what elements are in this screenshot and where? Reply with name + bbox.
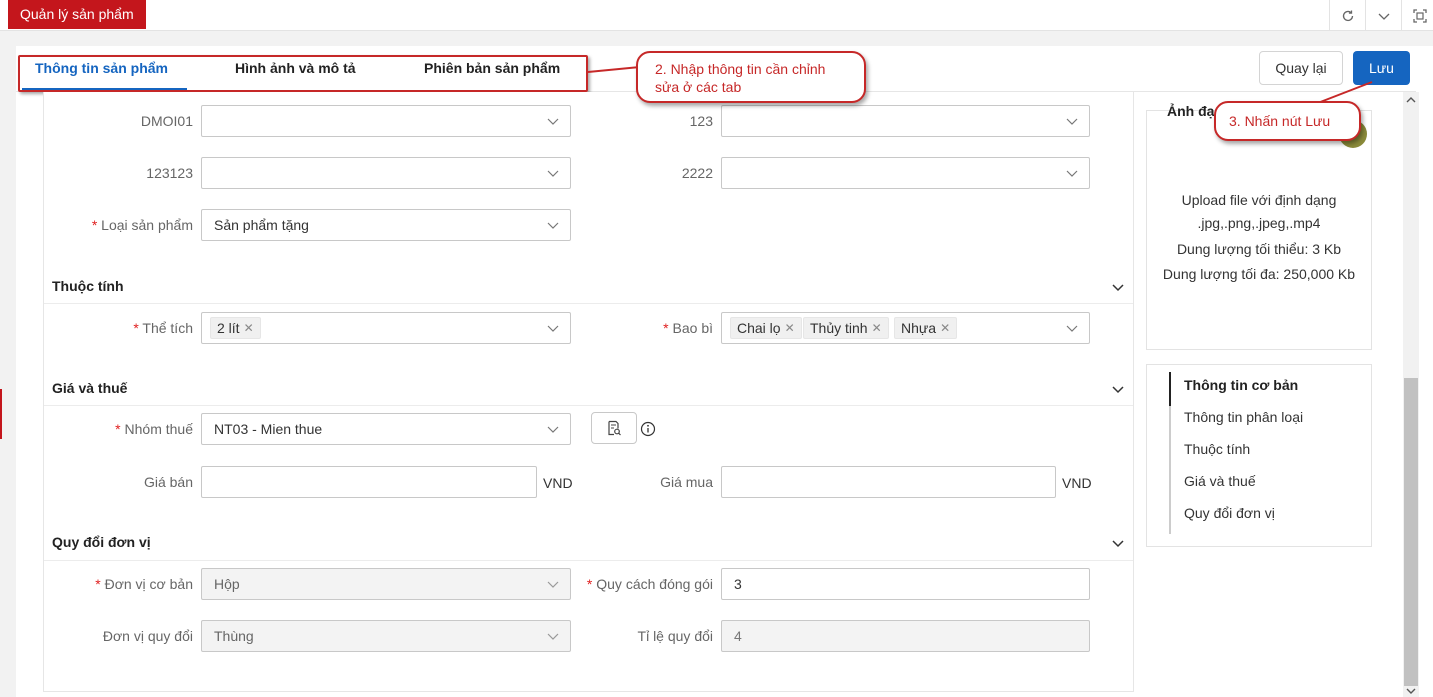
tax-lookup-button[interactable] bbox=[591, 412, 637, 444]
conv-ratio-value: 4 bbox=[734, 628, 742, 644]
tag-label: Chai lọ bbox=[737, 320, 781, 336]
f123-label: 123 bbox=[689, 113, 713, 129]
nav-item-unit-conversion[interactable]: Quy đổi đơn vị bbox=[1184, 505, 1275, 521]
chevron-down-icon bbox=[1066, 325, 1078, 332]
refresh-icon bbox=[1342, 10, 1353, 21]
section-title-price-tax: Giá và thuế bbox=[52, 380, 128, 396]
info-icon[interactable] bbox=[640, 421, 656, 437]
packaging-tag: Chai lọ ✕ bbox=[730, 317, 802, 339]
conv-ratio-label: Tỉ lệ quy đổi bbox=[637, 628, 713, 644]
sell-price-label: Giá bán bbox=[143, 474, 193, 490]
document-search-icon bbox=[608, 420, 621, 436]
section-title-attributes: Thuộc tính bbox=[52, 278, 124, 294]
packing-spec-input[interactable]: 3 bbox=[721, 568, 1090, 600]
tag-label: Thủy tinh bbox=[810, 320, 868, 336]
nav-item-classification[interactable]: Thông tin phân loại bbox=[1184, 409, 1303, 425]
section-collapse-icon[interactable] bbox=[1111, 382, 1125, 396]
chevron-down-icon bbox=[547, 118, 559, 125]
tabs-highlight-box bbox=[18, 55, 588, 92]
base-unit-label: Đơn vị cơ bản bbox=[50, 568, 193, 600]
fullscreen-button[interactable] bbox=[1401, 0, 1433, 31]
sell-price-input[interactable] bbox=[201, 466, 537, 498]
close-icon[interactable]: ✕ bbox=[940, 317, 950, 339]
fullscreen-icon bbox=[1412, 8, 1427, 23]
section-collapse-icon[interactable] bbox=[1111, 280, 1125, 294]
chevron-down-icon bbox=[547, 170, 559, 177]
product-type-label: Loại sản phẩm bbox=[50, 209, 193, 241]
buy-price-unit: VND bbox=[1062, 475, 1092, 491]
upload-max-size: Dung lượng tối đa: 250,000 Kb bbox=[1162, 266, 1356, 282]
sell-price-unit: VND bbox=[543, 475, 573, 491]
chevron-down-icon bbox=[547, 581, 559, 588]
base-unit-value: Hộp bbox=[214, 576, 240, 592]
packaging-tag: Thủy tinh ✕ bbox=[803, 317, 889, 339]
volume-tag: 2 lít ✕ bbox=[210, 317, 261, 339]
base-unit-select[interactable]: Hộp bbox=[201, 568, 571, 600]
tag-label: Nhựa bbox=[901, 320, 937, 336]
dmoi01-select[interactable] bbox=[201, 105, 571, 137]
collapse-button[interactable] bbox=[1365, 0, 1401, 31]
tax-group-select[interactable]: NT03 - Mien thue bbox=[201, 413, 571, 445]
product-type-select[interactable]: Sản phẩm tặng bbox=[201, 209, 571, 241]
section-collapse-icon[interactable] bbox=[1111, 536, 1125, 550]
upload-min-size: Dung lượng tối thiểu: 3 Kb bbox=[1176, 241, 1342, 257]
upload-format-line1: Upload file với định dạng bbox=[1181, 192, 1337, 208]
close-icon[interactable]: ✕ bbox=[872, 317, 882, 339]
buy-price-label: Giá mua bbox=[660, 474, 713, 490]
section-divider bbox=[44, 560, 1133, 561]
scrollbar-thumb[interactable] bbox=[1404, 378, 1418, 686]
volume-multiselect[interactable]: 2 lít ✕ bbox=[201, 312, 571, 344]
section-divider bbox=[44, 405, 1133, 406]
chevron-down-icon[interactable] bbox=[1405, 686, 1417, 696]
dmoi01-label: DMOI01 bbox=[140, 113, 193, 129]
volume-label: Thể tích bbox=[60, 312, 193, 344]
tag-label: 2 lít bbox=[217, 320, 240, 336]
chevron-down-icon bbox=[547, 325, 559, 332]
chevron-down-icon bbox=[1378, 13, 1389, 20]
packaging-multiselect[interactable]: Chai lọ ✕ Thủy tinh ✕ Nhựa ✕ bbox=[721, 312, 1090, 344]
nav-active-indicator bbox=[1169, 372, 1171, 406]
chevron-down-icon bbox=[547, 633, 559, 640]
left-edge-marker bbox=[0, 389, 2, 439]
buy-price-input[interactable] bbox=[721, 466, 1056, 498]
chevron-up-icon[interactable] bbox=[1405, 94, 1417, 106]
app-tab[interactable]: Quản lý sản phẩm bbox=[8, 0, 146, 29]
packing-spec-label: Quy cách đóng gói bbox=[575, 568, 713, 600]
f2222-select[interactable] bbox=[721, 157, 1090, 189]
section-title-unit-conversion: Quy đổi đơn vị bbox=[52, 534, 151, 550]
packaging-tag: Nhựa ✕ bbox=[894, 317, 958, 339]
close-icon[interactable]: ✕ bbox=[785, 317, 795, 339]
conv-unit-label: Đơn vị quy đổi bbox=[102, 628, 193, 644]
close-icon[interactable]: ✕ bbox=[244, 317, 254, 339]
callout-step2-line2: sửa ở các tab bbox=[655, 79, 742, 95]
chevron-down-icon bbox=[547, 222, 559, 229]
nav-item-price-tax[interactable]: Giá và thuế bbox=[1184, 473, 1256, 489]
image-card-title: Ảnh đạ bbox=[1167, 103, 1215, 119]
f123123-select[interactable] bbox=[201, 157, 571, 189]
upload-format-line2: .jpg,.png,.jpeg,.mp4 bbox=[1197, 215, 1321, 231]
packing-spec-value: 3 bbox=[734, 576, 742, 592]
conv-ratio-input[interactable]: 4 bbox=[721, 620, 1090, 652]
nav-item-attributes[interactable]: Thuộc tính bbox=[1184, 441, 1250, 457]
refresh-button[interactable] bbox=[1329, 0, 1365, 31]
conv-unit-value: Thùng bbox=[214, 628, 254, 644]
packaging-label: Bao bì bbox=[590, 312, 713, 344]
chevron-down-icon bbox=[1066, 170, 1078, 177]
f123123-label: 123123 bbox=[146, 165, 193, 181]
top-bar bbox=[0, 0, 1433, 31]
chevron-down-icon bbox=[1066, 118, 1078, 125]
f123-select[interactable] bbox=[721, 105, 1090, 137]
tax-group-value: NT03 - Mien thue bbox=[214, 421, 323, 437]
conv-unit-select[interactable]: Thùng bbox=[201, 620, 571, 652]
section-divider bbox=[44, 303, 1133, 304]
chevron-down-icon bbox=[547, 426, 559, 433]
product-type-value: Sản phẩm tặng bbox=[214, 217, 309, 233]
tax-group-label: Nhóm thuế bbox=[60, 413, 193, 445]
callout-step3: 3. Nhấn nút Lưu bbox=[1214, 101, 1361, 141]
callout-step2: 2. Nhập thông tin cần chỉnh sửa ở các ta… bbox=[636, 51, 866, 103]
f2222-label: 2222 bbox=[681, 165, 713, 181]
callout-step2-line1: 2. Nhập thông tin cần chỉnh bbox=[655, 61, 826, 77]
nav-item-basic-info[interactable]: Thông tin cơ bản bbox=[1184, 377, 1298, 393]
